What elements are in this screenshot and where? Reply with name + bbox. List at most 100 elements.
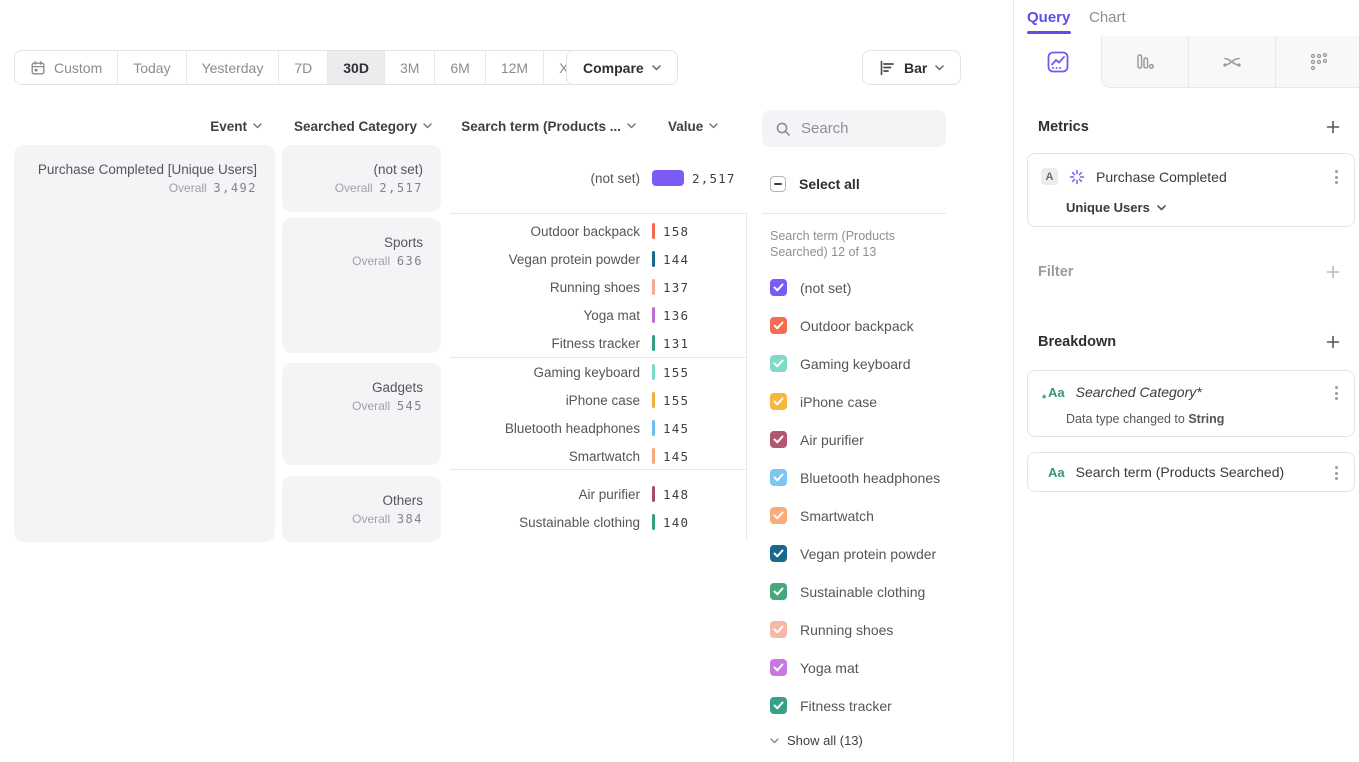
checkbox[interactable] [770,469,787,486]
date-range-label: Custom [54,60,102,76]
column-header-searched-category[interactable]: Searched Category [282,117,432,135]
filter-checkbox-item[interactable]: Outdoor backpack [770,317,914,334]
term-row[interactable]: Fitness tracker 131 [450,329,746,357]
breakdown-card-searched-category[interactable]: Aa* Searched Category* Data type changed… [1027,370,1355,437]
checkbox[interactable] [770,431,787,448]
filter-checkbox-item[interactable]: (not set) [770,279,851,296]
date-range-button[interactable]: 3M [385,51,435,84]
term-row[interactable]: Smartwatch 145 [450,442,746,470]
select-all-row[interactable]: Select all [770,176,860,192]
value-bar[interactable] [652,251,655,267]
value-bar[interactable] [652,170,684,186]
filter-checkbox-item[interactable]: Fitness tracker [770,697,892,714]
checkbox[interactable] [770,583,787,600]
checkbox[interactable] [770,355,787,372]
column-header-value[interactable]: Value [668,117,738,135]
filter-checkbox-item[interactable]: Bluetooth headphones [770,469,940,486]
metric-menu-button[interactable] [1333,168,1340,186]
tab-chart[interactable]: Chart [1089,9,1126,26]
checkmark-icon [773,625,784,634]
add-metric-button[interactable] [1325,119,1341,135]
chart-type-button[interactable]: Bar [862,50,961,85]
query-panel: Query Chart [1013,0,1359,762]
checkbox[interactable] [770,507,787,524]
filter-checkbox-item[interactable]: Yoga mat [770,659,859,676]
date-range-button[interactable]: Yesterday [187,51,280,84]
add-breakdown-button[interactable] [1325,334,1341,350]
checkbox[interactable] [770,545,787,562]
search-input[interactable] [801,120,931,137]
tab-retention[interactable] [1275,36,1359,88]
value-bar[interactable] [652,335,655,351]
value-bar[interactable] [652,420,655,436]
breakdown-menu-button[interactable] [1333,464,1340,482]
filter-checkbox-item[interactable]: Sustainable clothing [770,583,925,600]
value-bar[interactable] [652,514,655,530]
value-bar[interactable] [652,279,655,295]
date-range-button[interactable]: 6M [435,51,485,84]
term-row[interactable]: Sustainable clothing 140 [450,508,746,536]
term-row[interactable]: Bluetooth headphones 145 [450,414,746,442]
category-cell[interactable]: (not set) Overall 2,517 [282,145,441,212]
checkbox[interactable] [770,393,787,410]
aggregation-dropdown[interactable]: Unique Users [1066,200,1166,215]
breakdown-card-search-term[interactable]: Aa Search term (Products Searched) [1027,452,1355,492]
date-range-button[interactable]: 12M [486,51,544,84]
checkbox[interactable] [770,697,787,714]
term-value: 155 [663,365,689,380]
checkbox[interactable] [770,621,787,638]
metric-card[interactable]: A Purchase Completed Unique Users [1027,153,1355,227]
value-bar[interactable] [652,392,655,408]
value-bar[interactable] [652,448,655,464]
filter-checkbox-item[interactable]: Vegan protein powder [770,545,936,562]
value-bar[interactable] [652,223,655,239]
date-range-button[interactable]: Custom [15,51,118,84]
select-all-label: Select all [799,176,860,192]
term-row[interactable]: Outdoor backpack 158 [450,217,746,245]
value-bar[interactable] [652,364,655,380]
filter-checkbox-item[interactable]: iPhone case [770,393,877,410]
term-row[interactable]: iPhone case 155 [450,386,746,414]
term-row[interactable]: (not set) 2,517 [450,164,746,192]
date-range-button[interactable]: 7D [279,51,328,84]
tab-funnels[interactable] [1101,36,1188,88]
filter-checkbox-item[interactable]: Running shoes [770,621,893,638]
column-header-search-term[interactable]: Search term (Products ... [430,117,636,135]
compare-button[interactable]: Compare [566,50,678,85]
category-cell[interactable]: Gadgets Overall 545 [282,363,441,465]
overall-label: Overall [352,399,390,413]
category-name: (not set) [294,161,423,179]
column-header-event[interactable]: Event [14,117,262,135]
category-name: Others [294,492,423,510]
term-row[interactable]: Gaming keyboard 155 [450,358,746,386]
checkbox[interactable] [770,659,787,676]
filter-checkbox-item[interactable]: Air purifier [770,431,864,448]
term-row[interactable]: Yoga mat 136 [450,301,746,329]
value-bar[interactable] [652,486,655,502]
term-value: 145 [663,449,689,464]
show-all-button[interactable]: Show all (13) [770,733,863,748]
filter-checkbox-item[interactable]: Smartwatch [770,507,874,524]
category-cell[interactable]: Others Overall 384 [282,476,441,542]
category-cell[interactable]: Sports Overall 636 [282,218,441,353]
event-cell[interactable]: Purchase Completed [Unique Users] Overal… [14,145,275,542]
tab-flows[interactable] [1188,36,1275,88]
term-row[interactable]: Vegan protein powder 144 [450,245,746,273]
breakdown-menu-button[interactable] [1333,384,1340,402]
plus-icon [1325,334,1341,350]
term-row[interactable]: Air purifier 148 [450,480,746,508]
tab-insights-chart[interactable] [1014,36,1101,88]
chevron-down-icon [709,123,718,129]
term-row[interactable]: Running shoes 137 [450,273,746,301]
add-filter-button[interactable] [1325,264,1341,280]
tab-query[interactable]: Query [1027,9,1070,26]
date-range-button[interactable]: Today [118,51,186,84]
value-bar[interactable] [652,307,655,323]
date-range-label: Yesterday [202,60,264,76]
checkbox[interactable] [770,317,787,334]
overall-label: Overall [352,254,390,268]
checkbox[interactable] [770,279,787,296]
filter-checkbox-item[interactable]: Gaming keyboard [770,355,911,372]
date-range-button[interactable]: 30D [328,51,385,84]
select-all-checkbox[interactable] [770,176,786,192]
